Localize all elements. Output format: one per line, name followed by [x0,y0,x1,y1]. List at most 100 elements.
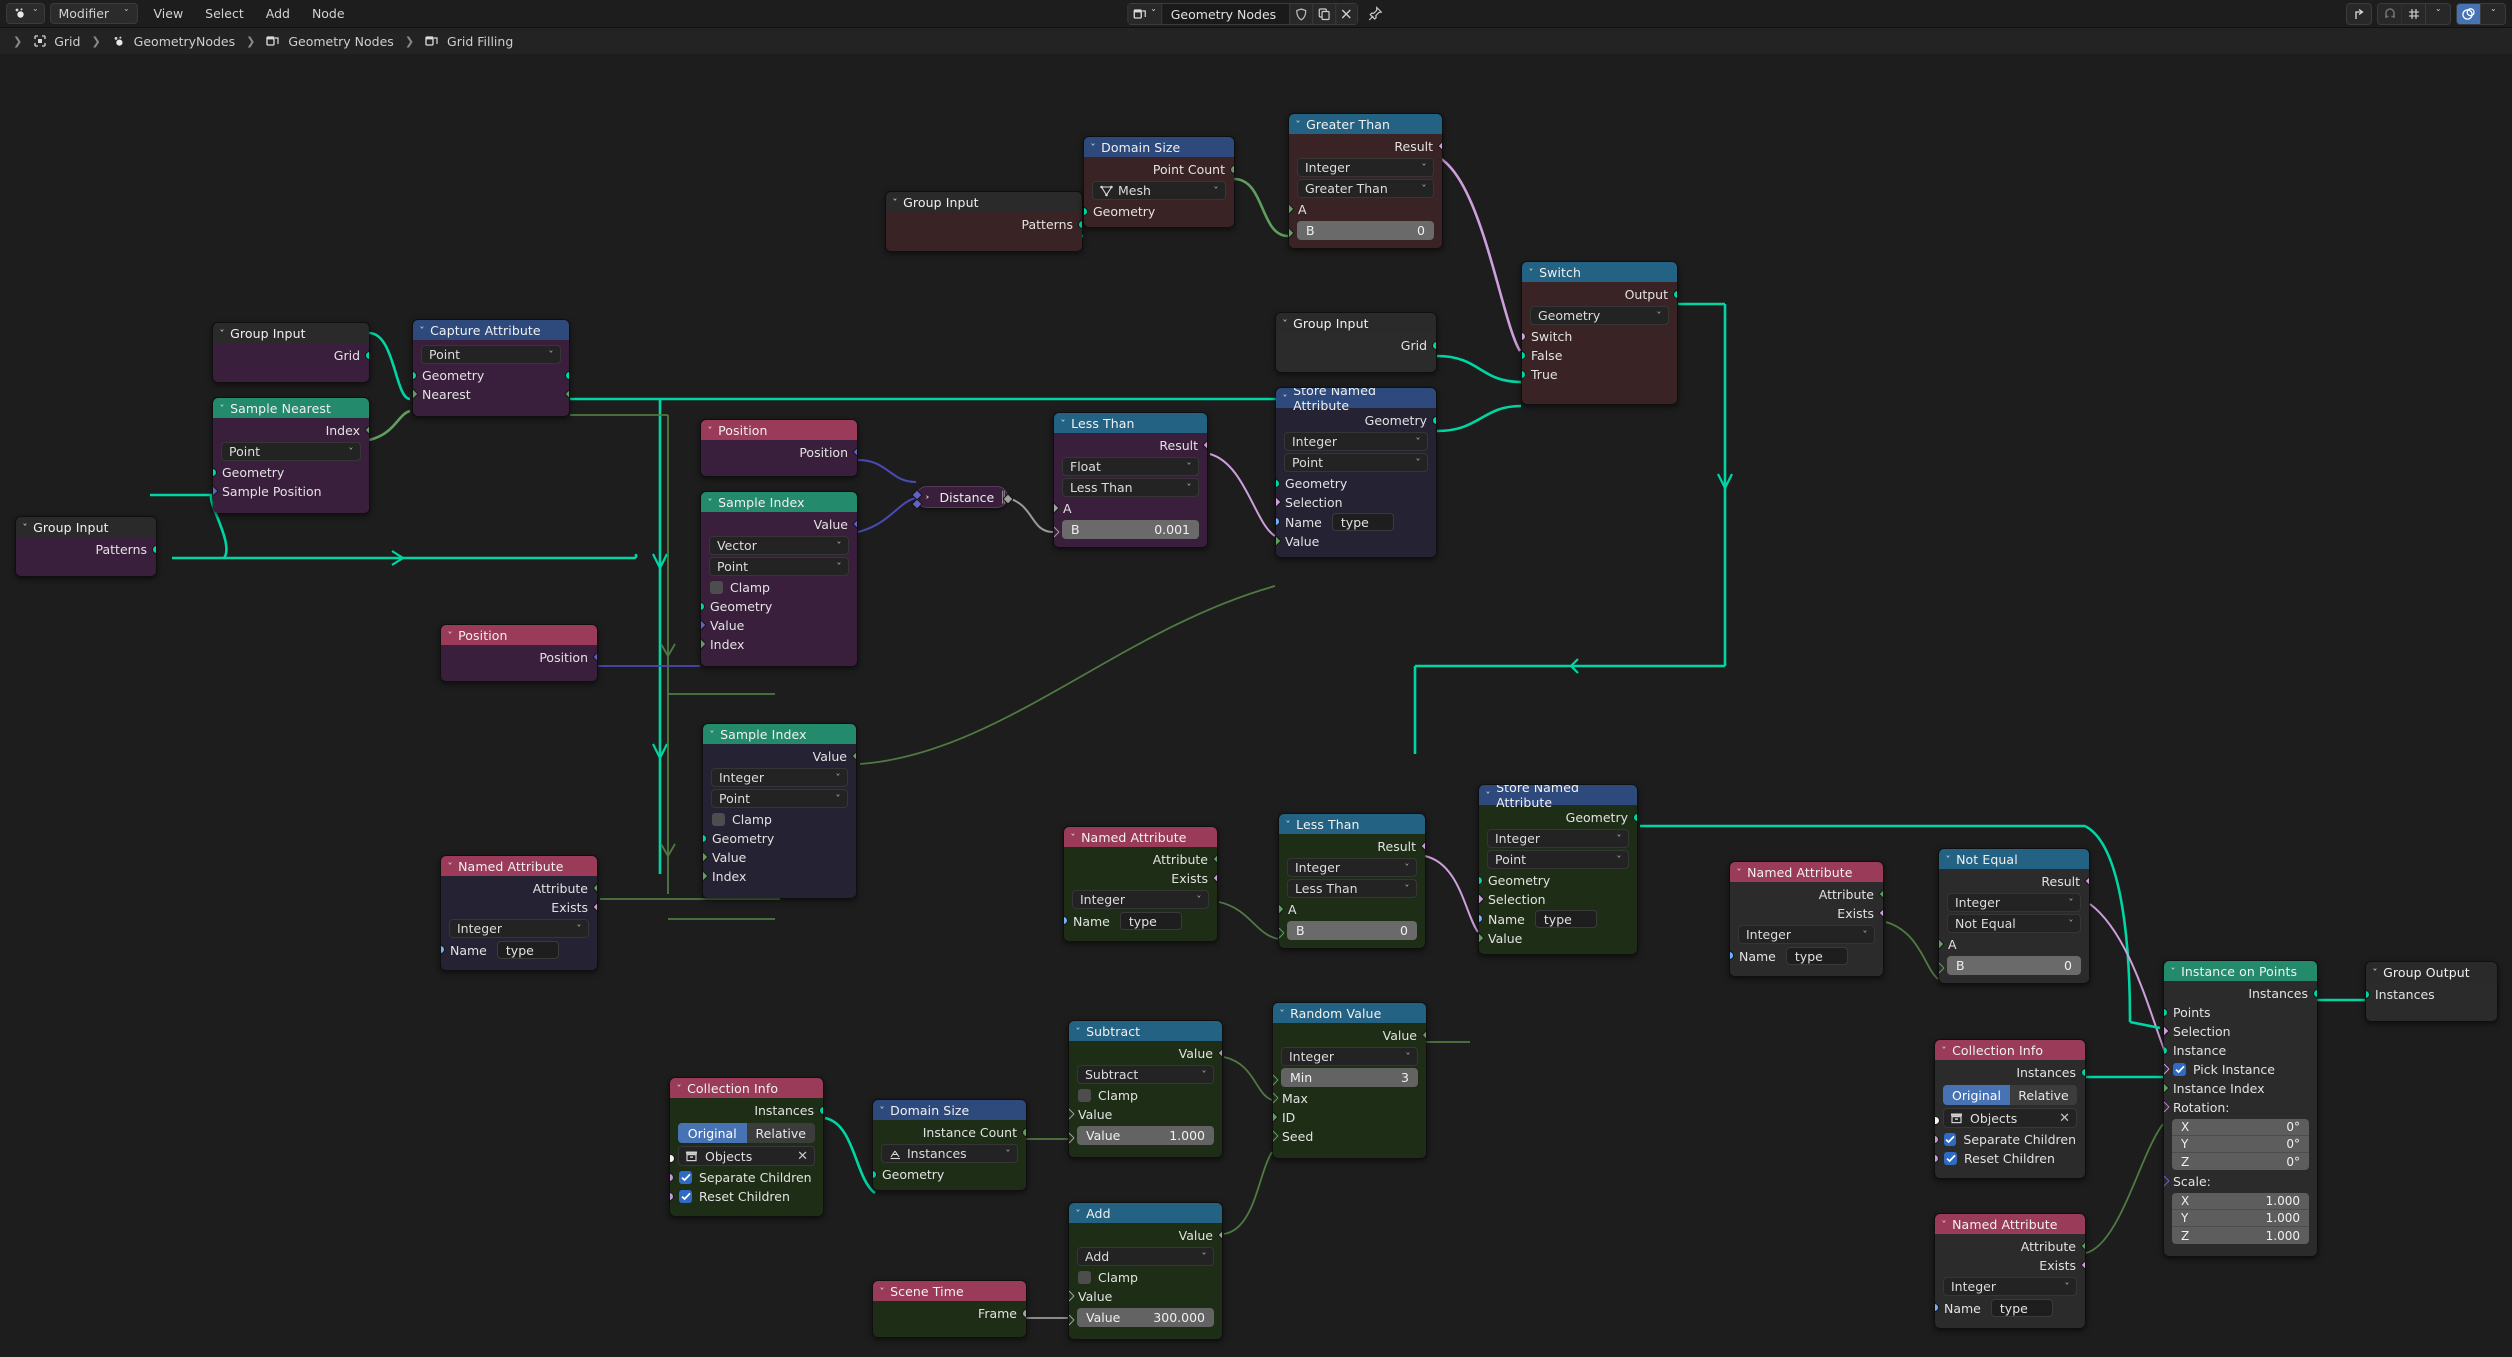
socket-integer-out[interactable] [850,750,856,762]
socket-integer-in-a[interactable] [1289,203,1295,215]
node-named-attribute-right[interactable]: ˅ Named Attribute Attribute Exists Integ… [1729,861,1884,977]
toggle-relative[interactable]: Relative [2010,1085,2077,1105]
data-type-dropdown[interactable]: Integer ˅ [449,919,589,938]
socket-boolean-in-separate[interactable] [1935,1135,1939,1144]
socket-boolean-in-reset[interactable] [670,1192,674,1201]
collapse-chevron-icon[interactable]: ˅ [707,498,713,507]
socket-row-instances[interactable]: Instances [1935,1063,2085,1082]
socket-row-rotation[interactable]: Rotation: [2164,1098,2317,1117]
data-type-dropdown[interactable]: Vector ˅ [709,536,849,555]
toggle-original[interactable]: Original [1943,1085,2010,1105]
node-group-input-patterns-top[interactable]: ˅ Group Input Patterns [885,191,1083,252]
socket-row-instance[interactable]: Instance [2164,1041,2317,1060]
socket-vector-in[interactable] [2164,1175,2170,1187]
socket-geometry-in-instance[interactable] [2164,1046,2168,1055]
socket-row-index[interactable]: Index [703,867,856,886]
min-field[interactable]: Min 3 [1281,1068,1418,1087]
collapse-chevron-icon[interactable]: ˅ [419,326,425,335]
socket-row-value-out[interactable]: Value [1069,1044,1222,1063]
node-header[interactable]: ˅ Group Input [213,323,369,343]
socket-geometry-out[interactable] [1673,290,1677,299]
socket-geometry-out[interactable] [1432,416,1436,425]
socket-geometry-in[interactable] [2366,990,2370,999]
node-header[interactable]: ˅ Store Named Attribute [1276,388,1436,413]
socket-row-attribute[interactable]: Attribute [1064,850,1217,869]
name-input[interactable]: type [1785,947,1848,965]
socket-integer-out[interactable] [1022,1128,1026,1137]
socket-boolean-out[interactable] [1419,840,1425,852]
socket-row-instances[interactable]: Instances [2366,985,2497,1004]
socket-geometry-in-points[interactable] [2164,1008,2168,1017]
socket-geometry-out[interactable] [565,371,569,380]
collapse-chevron-icon[interactable]: ˅ [1070,833,1076,842]
unlink-datablock-button[interactable] [1334,3,1358,25]
node-switch[interactable]: ˅ Switch Output Geometry ˅ Switch False … [1521,261,1678,405]
reset-children-checkbox[interactable] [1944,1152,1957,1165]
collapse-chevron-icon[interactable]: ˅ [1941,1220,1947,1229]
socket-row-id[interactable]: ID [1273,1108,1426,1127]
node-header[interactable]: ˅ Not Equal [1939,849,2089,869]
breadcrumb-item-nodegroup[interactable]: Grid Filling [421,34,517,49]
data-type-dropdown[interactable]: Integer ˅ [1947,893,2081,912]
socket-integer-in-id[interactable] [1273,1111,1279,1123]
data-type-dropdown[interactable]: Integer ˅ [1281,1047,1418,1066]
socket-integer-in[interactable] [2164,1082,2170,1094]
socket-row-name[interactable]: Name type [1276,512,1436,532]
node-capture-attribute[interactable]: ˅ Capture Attribute Point ˅ Geometry Nea… [412,319,570,417]
socket-row-frame[interactable]: Frame [873,1304,1026,1323]
collapse-chevron-icon[interactable]: ˅ [447,862,453,871]
clamp-checkbox[interactable] [710,581,723,594]
node-editor-canvas[interactable]: ˅ Group Input Patterns ˅ Domain Size Poi… [0,54,2512,1357]
value-field-b[interactable]: B 0.001 [1062,520,1199,539]
component-dropdown[interactable]: Instances ˅ [881,1144,1018,1163]
node-header[interactable]: ˅ Switch [1522,262,1677,282]
socket-row-geometry[interactable]: Geometry [213,463,369,482]
domain-dropdown[interactable]: Point ˅ [221,442,361,461]
socket-row-selection[interactable]: Selection [1479,890,1637,909]
collapse-chevron-icon[interactable]: ˅ [1282,319,1288,328]
rotation-y[interactable]: Y 0° [2172,1136,2309,1153]
collapse-chevron-icon[interactable]: ˅ [1736,868,1742,877]
socket-integer-out[interactable] [1420,1029,1426,1041]
socket-string-in[interactable] [1479,914,1483,923]
node-named-attribute-left[interactable]: ˅ Named Attribute Attribute Exists Integ… [440,855,598,971]
socket-float-in-b[interactable] [1054,526,1060,538]
socket-boolean-in-reset[interactable] [1935,1154,1939,1163]
socket-row-geometry-out[interactable]: Geometry [1276,411,1436,430]
socket-geometry-in[interactable] [701,602,705,611]
name-input[interactable]: type [1119,912,1182,930]
socket-integer-in-a[interactable] [1939,938,1945,950]
mode-selector[interactable]: Modifier ˅ [49,3,138,24]
transform-space-toggle[interactable]: Original Relative [678,1123,815,1143]
rotation-z[interactable]: Z 0° [2172,1153,2309,1170]
fake-user-button[interactable] [1288,3,1312,25]
breadcrumb-item-nodetree[interactable]: Geometry Nodes [262,34,397,49]
socket-geometry-out[interactable] [1633,813,1637,822]
breadcrumb-item-modifier[interactable]: GeometryNodes [108,34,239,49]
socket-row-points[interactable]: Points [2164,1003,2317,1022]
data-type-dropdown[interactable]: Integer ˅ [1943,1277,2077,1296]
separate-children-checkbox[interactable] [1944,1133,1957,1146]
collapse-chevron-icon[interactable]: ˅ [1060,419,1066,428]
pick-instance-checkbox[interactable] [2173,1063,2186,1076]
node-group-input-grid-mid[interactable]: ˅ Group Input Grid [1275,312,1437,373]
node-header[interactable]: ˅ Sample Index [703,724,856,744]
collapse-chevron-icon[interactable]: ˅ [1075,1209,1081,1218]
operation-dropdown[interactable]: Greater Than ˅ [1297,179,1434,198]
socket-geometry-in[interactable] [1276,479,1280,488]
node-header[interactable]: ˅ Scene Time [873,1281,1026,1301]
close-icon[interactable]: ✕ [2059,1111,2070,1126]
reset-children-checkbox[interactable] [679,1190,692,1203]
socket-boolean-out[interactable] [1201,439,1207,451]
scale-x[interactable]: X 1.000 [2172,1193,2309,1210]
node-collection-info-right[interactable]: ˅ Collection Info Instances Original Rel… [1934,1039,2086,1179]
socket-integer-in-min[interactable] [1273,1074,1279,1086]
scale-vector-field[interactable]: X 1.000 Y 1.000 Z 1.000 [2172,1193,2309,1244]
socket-row-grid[interactable]: Grid [213,346,369,365]
domain-dropdown[interactable]: Point ˅ [1487,850,1629,869]
data-type-dropdown[interactable]: Integer ˅ [1072,890,1209,909]
pick-instance-row[interactable]: Pick Instance [2164,1060,2317,1079]
socket-integer-in[interactable] [701,638,707,650]
node-header[interactable]: ˅ Sample Nearest [213,398,369,418]
socket-integer-out[interactable] [591,882,597,894]
